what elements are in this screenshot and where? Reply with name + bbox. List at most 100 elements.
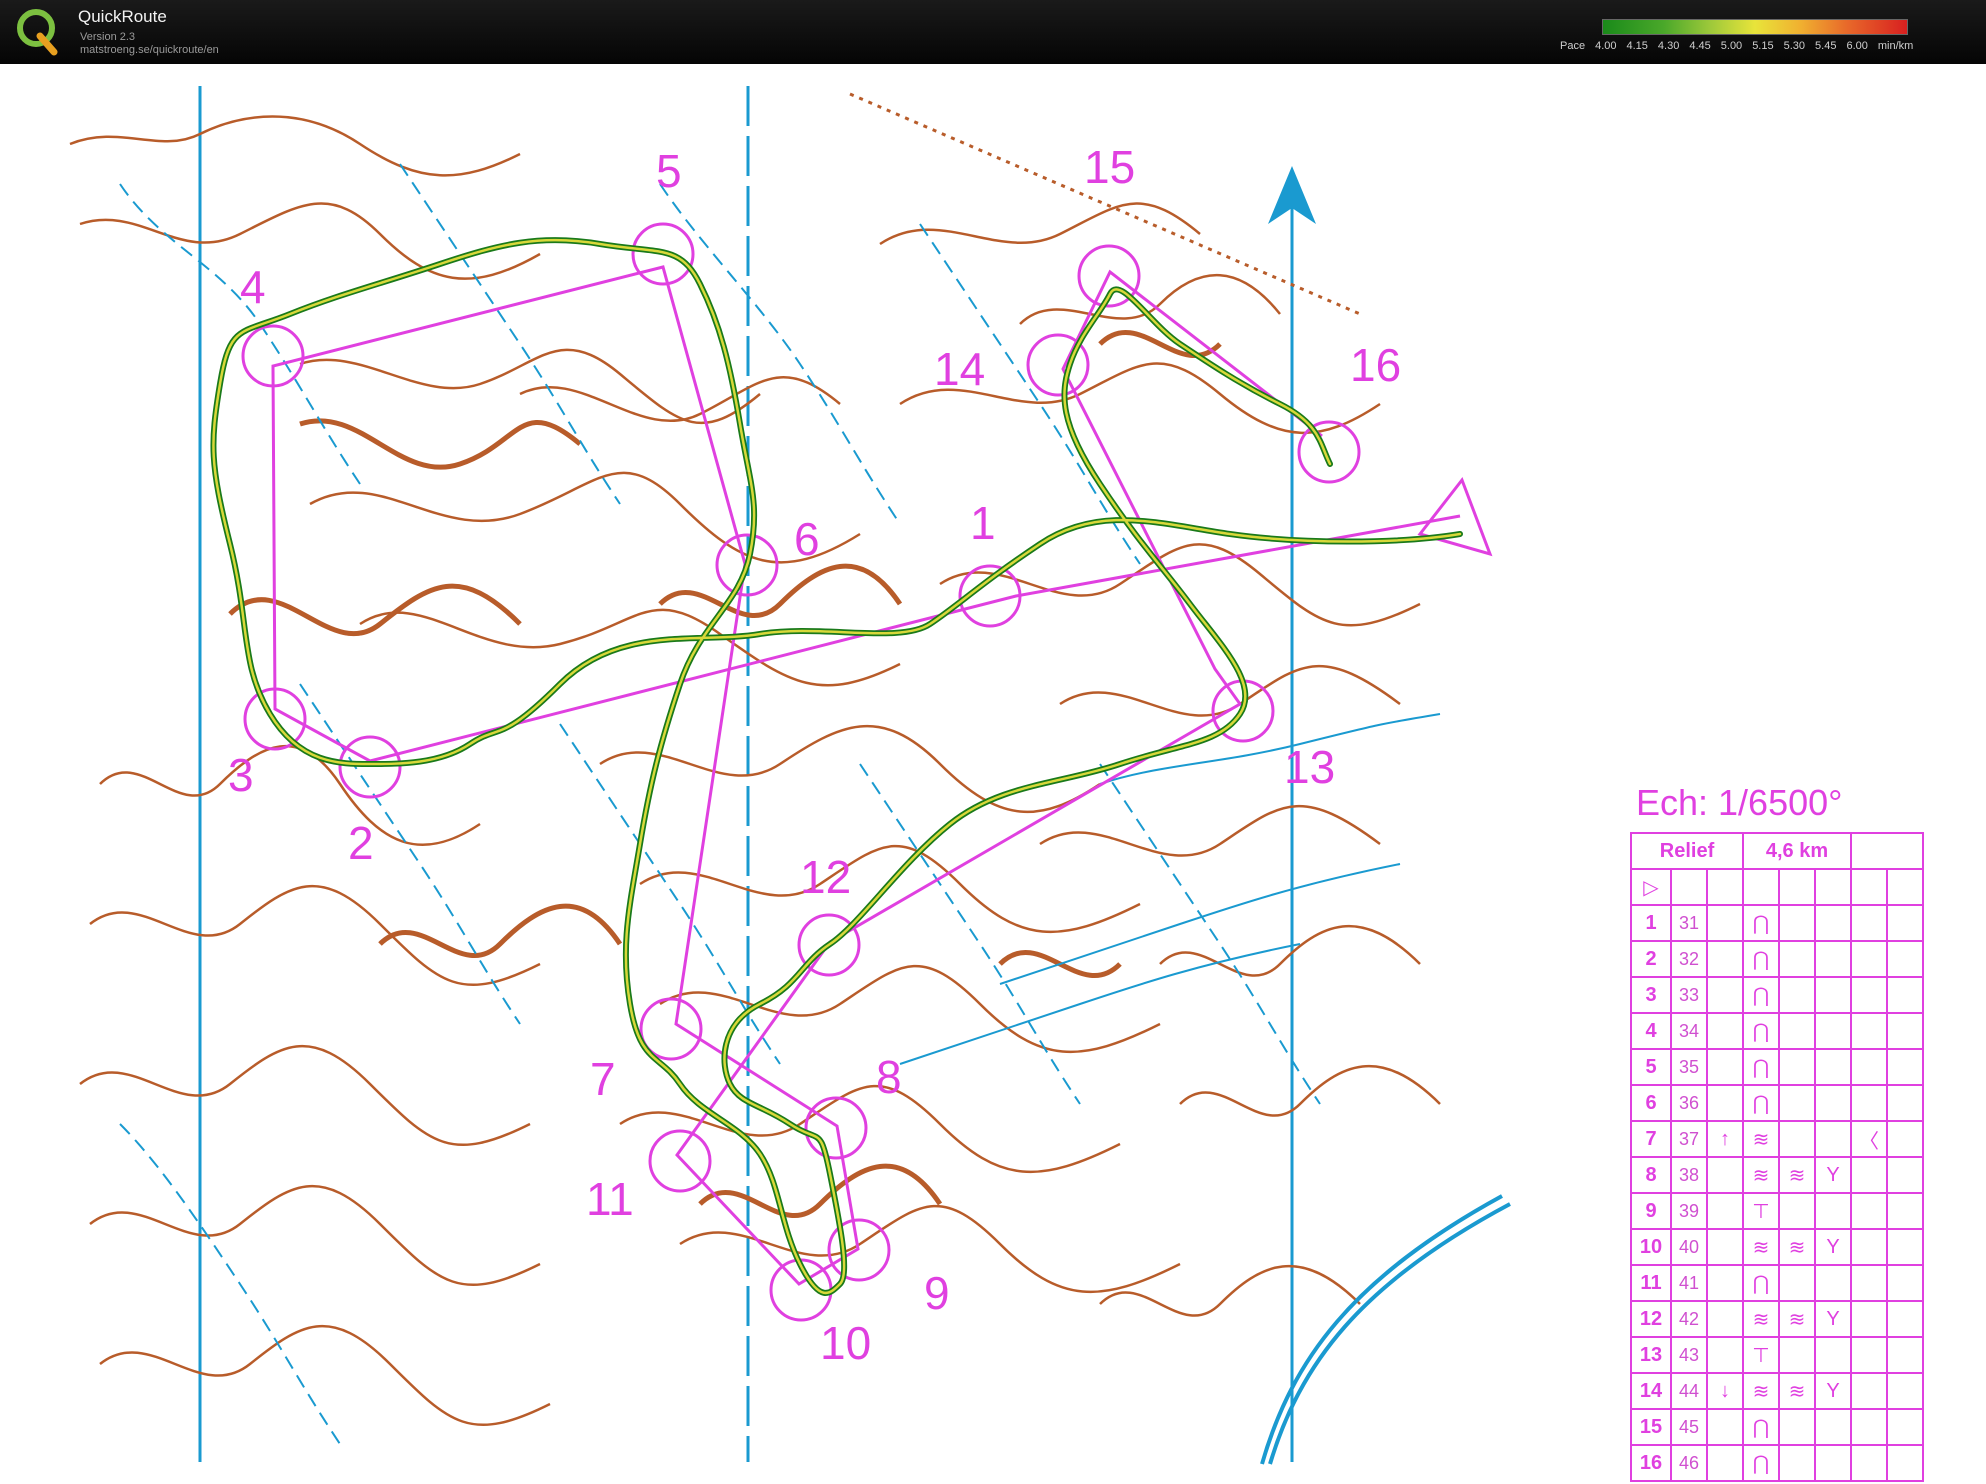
description-sym2: ⋂ <box>1742 1084 1780 1122</box>
description-num: 11 <box>1630 1264 1672 1302</box>
description-sym2: ⋂ <box>1742 1264 1780 1302</box>
quickroute-q-logo-icon <box>17 9 58 56</box>
pace-tick-labels: Pace 4.00 4.15 4.30 4.45 5.00 5.15 5.30 5.45 6.00… <box>1560 40 1923 52</box>
description-sym3: ≋ <box>1778 1300 1816 1338</box>
description-header-left: Relief <box>1630 832 1744 870</box>
description-row: 1 31 ⋂ <box>1630 904 1924 942</box>
description-sym1 <box>1706 1264 1744 1302</box>
description-empty-cell <box>1886 1372 1924 1410</box>
control-label-12: 12 <box>800 851 852 903</box>
description-sym1 <box>1706 940 1744 978</box>
description-sym2: ≋ <box>1742 1120 1780 1158</box>
description-num: 13 <box>1630 1336 1672 1374</box>
description-code: 43 <box>1670 1336 1708 1374</box>
description-row: 16 46 ⋂ <box>1630 1444 1924 1482</box>
description-row: 8 38 ≋ ≋ Y <box>1630 1156 1924 1194</box>
control-label-4: 4 <box>240 261 266 313</box>
description-sym1 <box>1706 1336 1744 1374</box>
description-num: 9 <box>1630 1192 1672 1230</box>
description-sym2: ⋂ <box>1742 1408 1780 1446</box>
description-sym4: Y <box>1814 1300 1852 1338</box>
description-sym3 <box>1778 1012 1816 1050</box>
description-start-row: ▷ <box>1630 868 1924 906</box>
pace-tick: 4.00 <box>1595 40 1617 52</box>
description-sym5 <box>1850 1192 1888 1230</box>
description-num: 14 <box>1630 1372 1672 1410</box>
description-sym1 <box>1706 1408 1744 1446</box>
title-bar: QuickRoute Version 2.3 matstroeng.se/qui… <box>0 0 1986 64</box>
orienteering-map[interactable]: 1 2 3 4 5 6 7 8 9 10 11 12 13 14 15 16 E… <box>0 64 1986 1484</box>
description-sym1: ↑ <box>1706 1120 1744 1158</box>
description-sym3 <box>1778 1120 1816 1158</box>
description-sym5 <box>1850 1156 1888 1194</box>
description-sym1 <box>1706 976 1744 1014</box>
description-sym1 <box>1706 904 1744 942</box>
description-sym3 <box>1778 1084 1816 1122</box>
description-sym2: ≋ <box>1742 1300 1780 1338</box>
description-sym4 <box>1814 1012 1852 1050</box>
description-code: 38 <box>1670 1156 1708 1194</box>
description-sym2: ⋂ <box>1742 1012 1780 1050</box>
description-sym4: Y <box>1814 1228 1852 1266</box>
pace-tick: 5.45 <box>1815 40 1837 52</box>
app-url[interactable]: matstroeng.se/quickroute/en <box>80 44 219 56</box>
description-num: 16 <box>1630 1444 1672 1482</box>
description-sym1 <box>1706 1156 1744 1194</box>
description-sym4: Y <box>1814 1156 1852 1194</box>
description-empty-cell <box>1886 1048 1924 1086</box>
description-sym5 <box>1850 976 1888 1014</box>
description-sym1 <box>1706 1300 1744 1338</box>
description-row: 4 34 ⋂ <box>1630 1012 1924 1050</box>
description-num: 1 <box>1630 904 1672 942</box>
pace-color-scale <box>1602 19 1908 35</box>
description-sym1 <box>1706 1084 1744 1122</box>
description-num: 4 <box>1630 1012 1672 1050</box>
description-code: 31 <box>1670 904 1708 942</box>
description-num: 2 <box>1630 940 1672 978</box>
pace-tick: 6.00 <box>1846 40 1868 52</box>
description-code: 45 <box>1670 1408 1708 1446</box>
description-sym2: ≋ <box>1742 1156 1780 1194</box>
description-empty-cell <box>1886 1444 1924 1482</box>
description-row: 3 33 ⋂ <box>1630 976 1924 1014</box>
description-sym3: ≋ <box>1778 1372 1816 1410</box>
description-sym5 <box>1850 1264 1888 1302</box>
description-empty-cell <box>1886 1084 1924 1122</box>
description-sym5 <box>1850 1408 1888 1446</box>
description-row: 15 45 ⋂ <box>1630 1408 1924 1446</box>
description-num: 12 <box>1630 1300 1672 1338</box>
map-scale: Ech: 1/6500° <box>1636 782 1843 823</box>
pace-tick: 4.15 <box>1626 40 1648 52</box>
description-row: 13 43 ⊤ <box>1630 1336 1924 1374</box>
description-sym2: ≋ <box>1742 1372 1780 1410</box>
description-sym5 <box>1850 904 1888 942</box>
description-sym3 <box>1778 1048 1816 1086</box>
control-label-2: 2 <box>348 817 374 869</box>
description-sym1: ↓ <box>1706 1372 1744 1410</box>
description-sym2: ⋂ <box>1742 940 1780 978</box>
pace-tick: 5.15 <box>1752 40 1774 52</box>
description-sym4 <box>1814 1336 1852 1374</box>
description-sym4 <box>1814 1444 1852 1482</box>
description-sym3 <box>1778 1192 1816 1230</box>
description-row: 14 44 ↓ ≋ ≋ Y <box>1630 1372 1924 1410</box>
description-sym5: 〈 <box>1850 1120 1888 1158</box>
control-label-14: 14 <box>934 343 986 395</box>
control-label-15: 15 <box>1084 141 1136 193</box>
description-sym5 <box>1850 1336 1888 1374</box>
description-sym2: ⊤ <box>1742 1336 1780 1374</box>
description-sym5 <box>1850 1444 1888 1482</box>
description-code: 33 <box>1670 976 1708 1014</box>
start-triangle-icon: ▷ <box>1630 868 1672 906</box>
control-label-9: 9 <box>924 1267 950 1319</box>
description-sym2: ≋ <box>1742 1228 1780 1266</box>
description-sym2: ⋂ <box>1742 1048 1780 1086</box>
description-sym3 <box>1778 976 1816 1014</box>
description-sym5 <box>1850 940 1888 978</box>
pace-tick: 5.00 <box>1720 40 1743 52</box>
description-num: 7 <box>1630 1120 1672 1158</box>
description-empty-cell <box>1886 904 1924 942</box>
description-row: 12 42 ≋ ≋ Y <box>1630 1300 1924 1338</box>
description-empty-cell <box>1886 1156 1924 1194</box>
description-num: 3 <box>1630 976 1672 1014</box>
